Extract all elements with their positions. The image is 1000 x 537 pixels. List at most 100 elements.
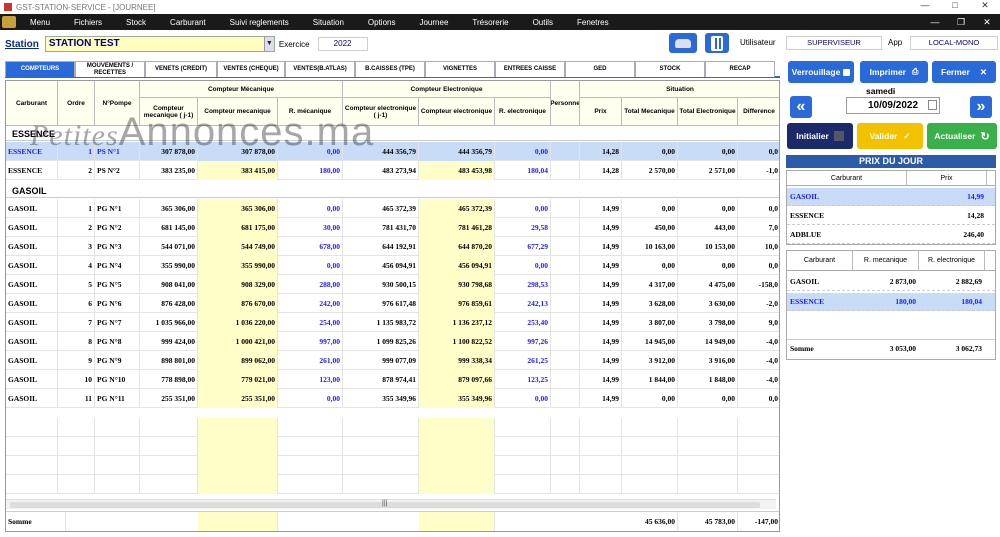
fermer-button[interactable]: Fermer ✕ <box>932 61 996 83</box>
cell-o[interactable]: 1 <box>58 142 95 161</box>
empty-cell[interactable] <box>58 456 95 475</box>
table-row[interactable]: ESSENCE 1 PS N°1 307 878,00 307 878,00 0,00 44… <box>6 142 779 161</box>
cell-rm[interactable]: 678,00 <box>278 237 343 256</box>
cell-p[interactable]: PG N°1 <box>95 199 140 218</box>
tab-ventes-cheque[interactable]: VENTES (CHEQUE) <box>217 61 285 77</box>
cell-prix[interactable]: 14,99 <box>580 351 622 370</box>
cell-o[interactable]: 9 <box>58 351 95 370</box>
cell-d[interactable]: -4,0 <box>738 351 779 370</box>
cell-e[interactable]: 879 097,66 <box>419 370 495 389</box>
cell-mj[interactable]: 898 801,00 <box>140 351 198 370</box>
menu-item-fenetres[interactable]: Fenetres <box>565 18 621 27</box>
cell-re[interactable]: 242,13 <box>495 294 551 313</box>
empty-cell[interactable] <box>738 475 779 494</box>
cell-re[interactable]: 298,53 <box>495 275 551 294</box>
cell-prix[interactable]: 14,99 <box>580 199 622 218</box>
cell-tm[interactable]: 10 163,00 <box>622 237 678 256</box>
cell-e[interactable]: 465 372,39 <box>419 199 495 218</box>
cell-tm[interactable]: 14 945,00 <box>622 332 678 351</box>
cell-d[interactable]: 0,0 <box>738 199 779 218</box>
cell-p[interactable]: PG N°9 <box>95 351 140 370</box>
cell-d[interactable]: 0,0 <box>738 256 779 275</box>
cell-ej[interactable]: 1 099 825,26 <box>343 332 419 351</box>
col-meca[interactable]: Compteur mecanique <box>198 98 278 126</box>
cell-personne[interactable] <box>551 332 580 351</box>
cell-tm[interactable]: 2 570,00 <box>622 161 678 180</box>
cell-c[interactable]: GASOIL <box>6 237 58 256</box>
empty-cell[interactable] <box>580 437 622 456</box>
tab-recap[interactable]: RECAP <box>705 61 775 77</box>
col-carburant[interactable]: Carburant <box>6 81 58 126</box>
cell-re[interactable]: 180,04 <box>495 161 551 180</box>
table-row[interactable]: GASOIL 6 PG N°6 876 428,00 876 670,00 242,00 9… <box>6 294 779 313</box>
cell-re[interactable]: 0,00 <box>495 256 551 275</box>
cell-c[interactable]: GASOIL <box>6 351 58 370</box>
cell-c[interactable]: GASOIL <box>6 294 58 313</box>
empty-row[interactable] <box>6 437 779 456</box>
cell-c[interactable]: GASOIL <box>6 370 58 389</box>
cell-personne[interactable] <box>551 389 580 408</box>
cell-prix[interactable]: 14,99 <box>580 256 622 275</box>
table-row[interactable]: GASOIL 3 PG N°3 544 071,00 544 749,00 678,00 6… <box>6 237 779 256</box>
empty-cell[interactable] <box>6 437 58 456</box>
cell-rm[interactable]: 0,00 <box>278 142 343 161</box>
cell-re[interactable]: 261,25 <box>495 351 551 370</box>
app-menu-icon[interactable] <box>2 16 16 28</box>
cell-c[interactable]: GASOIL <box>6 256 58 275</box>
cell-te[interactable]: 3 916,00 <box>678 351 738 370</box>
cell-p[interactable]: PG N°4 <box>95 256 140 275</box>
exercice-field[interactable]: 2022 <box>317 37 368 51</box>
cell-o[interactable]: 7 <box>58 313 95 332</box>
cell-mj[interactable]: 307 878,00 <box>140 142 198 161</box>
cell-m[interactable]: 383 415,00 <box>198 161 278 180</box>
cell-mj[interactable]: 255 351,00 <box>140 389 198 408</box>
cell-tm[interactable]: 3 807,00 <box>622 313 678 332</box>
cell-o[interactable]: 5 <box>58 275 95 294</box>
table-row[interactable]: GASOIL 10 PG N°10 778 898,00 779 021,00 123,0… <box>6 370 779 389</box>
col-ordre[interactable]: Ordre <box>58 81 95 126</box>
cell-e[interactable]: 644 870,20 <box>419 237 495 256</box>
cell-d[interactable]: -4,0 <box>738 332 779 351</box>
cell-personne[interactable] <box>551 313 580 332</box>
cell-te[interactable]: 10 153,00 <box>678 237 738 256</box>
table-row[interactable]: GASOIL 5 PG N°5 908 041,00 908 329,00 288,00 9… <box>6 275 779 294</box>
verrouillage-button[interactable]: Verrouillage <box>788 61 854 83</box>
cell-re[interactable]: 677,29 <box>495 237 551 256</box>
empty-cell[interactable] <box>198 418 278 437</box>
empty-cell[interactable] <box>678 475 738 494</box>
valider-button[interactable]: Valider ✓ <box>857 123 923 149</box>
table-row[interactable]: GASOIL 8 PG N°8 999 424,00 1 000 421,00 997,0… <box>6 332 779 351</box>
cell-prix[interactable]: 14,28 <box>580 161 622 180</box>
empty-cell[interactable] <box>551 475 580 494</box>
cell-ej[interactable]: 456 094,91 <box>343 256 419 275</box>
empty-row[interactable] <box>6 418 779 437</box>
cell-te[interactable]: 0,00 <box>678 256 738 275</box>
empty-cell[interactable] <box>6 456 58 475</box>
empty-cell[interactable] <box>343 456 419 475</box>
empty-cell[interactable] <box>343 475 419 494</box>
tab-ventes-credit[interactable]: VENETS (CREDIT) <box>145 61 217 77</box>
menu-item-outils[interactable]: Outils <box>521 18 565 27</box>
cell-personne[interactable] <box>551 275 580 294</box>
cell-e[interactable]: 976 859,61 <box>419 294 495 313</box>
cell-c[interactable]: GASOIL <box>6 332 58 351</box>
cell-ej[interactable]: 1 135 983,72 <box>343 313 419 332</box>
empty-cell[interactable] <box>678 456 738 475</box>
empty-cell[interactable] <box>95 475 140 494</box>
tab-ventes-batlas[interactable]: VENTES(B.ATLAS) <box>285 61 355 77</box>
tab-vignettes[interactable]: VIGNETTES <box>425 61 495 77</box>
empty-cell[interactable] <box>580 418 622 437</box>
cell-te[interactable]: 14 949,00 <box>678 332 738 351</box>
empty-cell[interactable] <box>6 475 58 494</box>
prix-row[interactable]: GASOIL 14,99 <box>787 188 995 206</box>
cell-o[interactable]: 11 <box>58 389 95 408</box>
maximize-icon[interactable]: □ <box>940 0 970 11</box>
cell-o[interactable]: 10 <box>58 370 95 389</box>
cell-d[interactable]: -4,0 <box>738 370 779 389</box>
cell-rm[interactable]: 0,00 <box>278 256 343 275</box>
empty-cell[interactable] <box>678 418 738 437</box>
close-icon[interactable]: ✕ <box>970 0 1000 11</box>
cell-p[interactable]: PG N°6 <box>95 294 140 313</box>
horizontal-scrollbar[interactable]: ||| <box>6 499 776 509</box>
col-r-elec[interactable]: R. electronique <box>495 98 551 126</box>
